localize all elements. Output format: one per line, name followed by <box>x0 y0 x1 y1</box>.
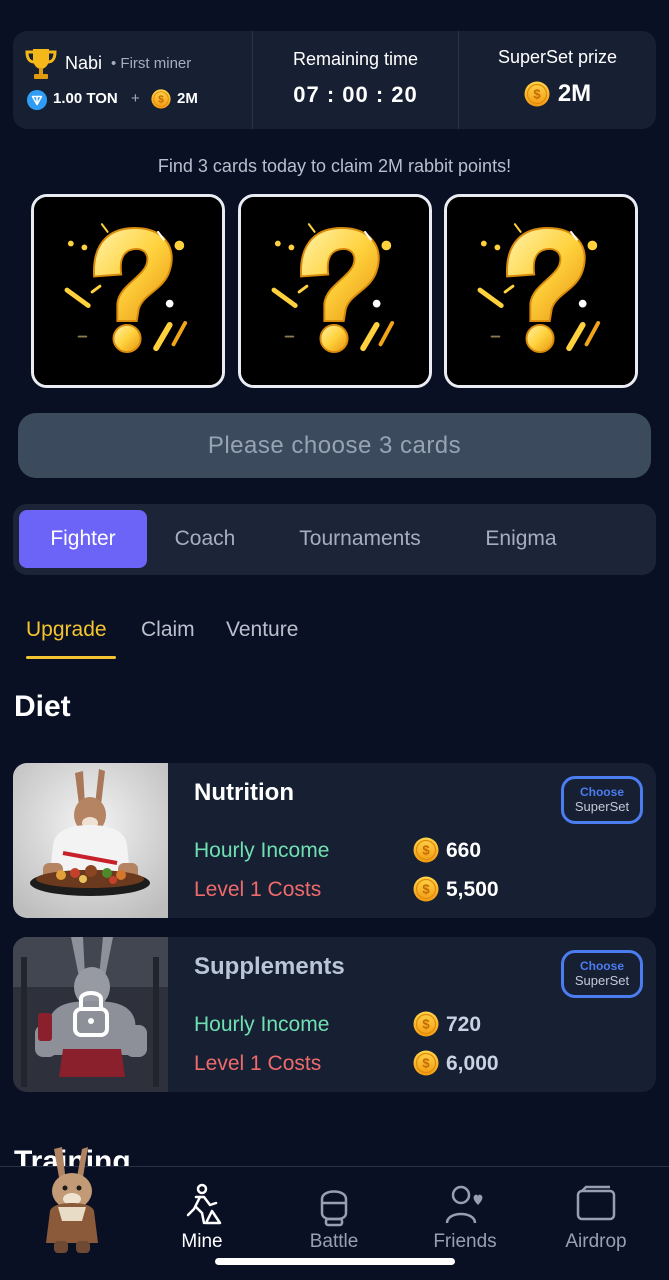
mystery-card[interactable] <box>31 194 225 388</box>
battle-icon <box>320 1190 348 1227</box>
rabbit-avatar-icon[interactable] <box>32 1145 112 1257</box>
rabbit-fighter-image <box>13 763 168 918</box>
question-mark-icon <box>34 197 222 385</box>
subtab-upgrade[interactable]: Upgrade <box>26 618 107 642</box>
superset-prize: SuperSet prize 2M <box>459 31 656 129</box>
user-name: Nabi <box>65 53 103 73</box>
remaining-time-label: Remaining time <box>292 49 419 69</box>
home-indicator <box>215 1258 455 1265</box>
nav-mine[interactable]: Mine <box>147 1183 257 1253</box>
hourly-income-label: Hourly Income <box>194 1013 330 1036</box>
nav-friends[interactable]: Friends <box>410 1183 520 1253</box>
card-title: Nutrition <box>194 779 294 806</box>
nav-label: Mine <box>181 1231 223 1252</box>
nav-battle[interactable]: Battle <box>279 1183 389 1253</box>
tab-coach[interactable]: Coach <box>159 510 251 568</box>
question-mark-icon <box>241 197 429 385</box>
mystery-card[interactable] <box>238 194 432 388</box>
choose-superset-button[interactable]: Choose SuperSet <box>561 776 643 824</box>
coin-icon <box>413 876 439 902</box>
tab-enigma[interactable]: Enigma <box>469 510 573 568</box>
friends-icon <box>445 1185 483 1224</box>
remaining-time-value: 07 : 00 : 20 <box>293 82 418 107</box>
trophy-icon <box>25 49 57 79</box>
coin-icon <box>413 1011 439 1037</box>
hourly-income-value: 660 <box>446 839 482 862</box>
level-cost-value: 5,500 <box>446 878 499 901</box>
active-subtab-indicator <box>26 656 116 659</box>
hourly-income-value: 720 <box>446 1013 482 1036</box>
superset-choose-label: Choose <box>579 785 624 799</box>
airdrop-icon <box>576 1185 616 1221</box>
upgrade-card-supplements[interactable]: Supplements Choose SuperSet Hourly Incom… <box>13 937 656 1092</box>
coin-balance: 2M <box>177 90 198 107</box>
user-summary[interactable]: Nabi • First miner 1.00 TON + 2M <box>13 31 253 129</box>
tab-fighter[interactable]: Fighter <box>19 510 147 568</box>
superset-prize-value: 2M <box>557 80 592 107</box>
remaining-time: Remaining time 07 : 00 : 20 <box>253 31 459 129</box>
mining-status-panel: Nabi • First miner 1.00 TON + 2M Remaini… <box>13 31 656 129</box>
level-cost-value: 6,000 <box>446 1052 499 1075</box>
level-cost-label: Level 1 Costs <box>194 1052 322 1075</box>
nav-label: Friends <box>433 1231 497 1252</box>
nav-airdrop[interactable]: Airdrop <box>541 1183 651 1253</box>
level-cost-label: Level 1 Costs <box>194 878 322 901</box>
subtab-venture[interactable]: Venture <box>226 618 298 642</box>
card-title: Supplements <box>194 953 345 980</box>
subtab-claim[interactable]: Claim <box>141 618 195 642</box>
mine-icon <box>186 1183 222 1225</box>
superset-label: SuperSet <box>574 799 630 814</box>
ton-balance: 1.00 TON <box>53 90 118 107</box>
rabbit-bodybuilder-image <box>13 937 168 1092</box>
ton-icon <box>27 90 47 110</box>
hourly-income-label: Hourly Income <box>194 839 330 862</box>
superset-prize-label: SuperSet prize <box>497 47 618 67</box>
main-tabs: Fighter Coach Tournaments Enigma <box>13 504 656 575</box>
coin-icon <box>413 837 439 863</box>
card-hint: Find 3 cards today to claim 2M rabbit po… <box>157 156 512 176</box>
tab-tournaments[interactable]: Tournaments <box>278 510 442 568</box>
mystery-card[interactable] <box>444 194 638 388</box>
superset-choose-label: Choose <box>579 959 624 973</box>
coin-icon <box>524 81 550 107</box>
choose-superset-button[interactable]: Choose SuperSet <box>561 950 643 998</box>
coin-icon <box>151 89 171 109</box>
coin-icon <box>413 1050 439 1076</box>
upgrade-card-nutrition[interactable]: Nutrition Choose SuperSet Hourly Income … <box>13 763 656 918</box>
nav-label: Airdrop <box>565 1231 627 1252</box>
question-mark-icon <box>447 197 635 385</box>
nav-label: Battle <box>309 1231 359 1252</box>
superset-label: SuperSet <box>574 973 630 988</box>
choose-cards-button[interactable]: Please choose 3 cards <box>18 413 651 478</box>
section-title-diet: Diet <box>14 690 71 723</box>
user-rank: • First miner <box>111 55 192 72</box>
plus-sign: + <box>131 90 140 107</box>
